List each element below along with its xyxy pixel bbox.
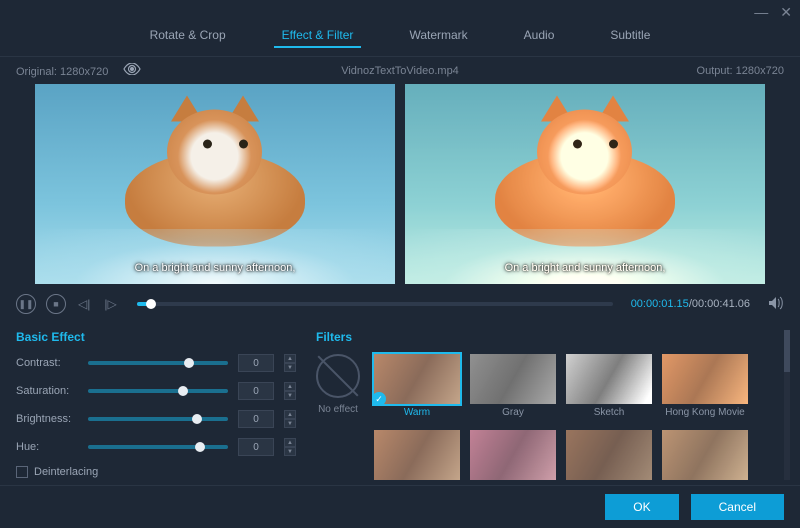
pause-button[interactable]: ❚❚ <box>16 294 36 314</box>
effect-label: Brightness: <box>16 413 78 425</box>
deinterlacing-checkbox[interactable] <box>16 466 28 478</box>
spinner-down-icon[interactable]: ▼ <box>284 391 296 400</box>
filter-label: Hong Kong Movie <box>665 407 745 418</box>
caption-text: On a bright and sunny afternoon, <box>35 262 395 274</box>
check-icon: ✓ <box>372 392 386 406</box>
original-preview: On a bright and sunny afternoon, <box>35 84 395 284</box>
effect-slider-0[interactable] <box>88 361 228 365</box>
output-resolution: Output: 1280x720 <box>697 65 784 77</box>
effect-label: Contrast: <box>16 357 78 369</box>
deinterlacing-label: Deinterlacing <box>34 466 98 478</box>
timeline-slider[interactable] <box>137 302 613 306</box>
output-preview: On a bright and sunny afternoon, <box>405 84 765 284</box>
filter-item-Hong Kong Movie[interactable]: Hong Kong Movie <box>662 354 748 418</box>
filter-item-7[interactable] <box>662 430 748 483</box>
filter-item-Warm[interactable]: ✓ Warm <box>374 354 460 418</box>
filter-label: Sketch <box>594 407 625 418</box>
filter-label: Warm <box>404 407 430 418</box>
cancel-button[interactable]: Cancel <box>691 494 784 520</box>
caption-text: On a bright and sunny afternoon, <box>405 262 765 274</box>
eye-icon[interactable] <box>123 66 141 78</box>
filters-title: Filters <box>316 330 784 344</box>
effect-value: 0 <box>238 438 274 456</box>
spinner-down-icon[interactable]: ▼ <box>284 447 296 456</box>
filter-item-6[interactable] <box>566 430 652 483</box>
effect-label: Saturation: <box>16 385 78 397</box>
panel-scrollbar[interactable] <box>784 330 790 480</box>
tab-effect-filter[interactable]: Effect & Filter <box>274 24 362 48</box>
filter-item-Sketch[interactable]: Sketch <box>566 354 652 418</box>
spinner-down-icon[interactable]: ▼ <box>284 419 296 428</box>
tab-rotate-crop[interactable]: Rotate & Crop <box>142 24 234 48</box>
effect-label: Hue: <box>16 441 78 453</box>
filename: VidnozTextToVideo.mp4 <box>341 65 459 77</box>
filter-label: Gray <box>502 407 524 418</box>
tab-audio[interactable]: Audio <box>516 24 563 48</box>
spinner-up-icon[interactable]: ▲ <box>284 438 296 447</box>
basic-effect-title: Basic Effect <box>16 330 296 344</box>
no-effect-button[interactable] <box>316 354 360 398</box>
tab-watermark[interactable]: Watermark <box>401 24 475 48</box>
effect-slider-3[interactable] <box>88 445 228 449</box>
original-resolution: Original: 1280x720 <box>16 66 108 78</box>
main-tabs: Rotate & Crop Effect & Filter Watermark … <box>0 24 800 57</box>
effect-value: 0 <box>238 382 274 400</box>
filter-item-5[interactable] <box>470 430 556 483</box>
no-effect-label: No effect <box>318 404 358 415</box>
prev-frame-button[interactable]: ◁| <box>76 297 92 311</box>
filter-item-Gray[interactable]: Gray <box>470 354 556 418</box>
effect-value: 0 <box>238 354 274 372</box>
tab-subtitle[interactable]: Subtitle <box>602 24 658 48</box>
volume-icon[interactable] <box>768 296 784 313</box>
filter-item-4[interactable] <box>374 430 460 483</box>
next-frame-button[interactable]: |▷ <box>102 297 118 311</box>
ok-button[interactable]: OK <box>605 494 678 520</box>
effect-slider-2[interactable] <box>88 417 228 421</box>
effect-value: 0 <box>238 410 274 428</box>
spinner-down-icon[interactable]: ▼ <box>284 363 296 372</box>
spinner-up-icon[interactable]: ▲ <box>284 354 296 363</box>
time-display: 00:00:01.15/00:00:41.06 <box>631 298 750 310</box>
stop-button[interactable]: ■ <box>46 294 66 314</box>
close-button[interactable]: ✕ <box>780 4 792 21</box>
minimize-button[interactable]: — <box>754 4 768 20</box>
spinner-up-icon[interactable]: ▲ <box>284 410 296 419</box>
effect-slider-1[interactable] <box>88 389 228 393</box>
spinner-up-icon[interactable]: ▲ <box>284 382 296 391</box>
